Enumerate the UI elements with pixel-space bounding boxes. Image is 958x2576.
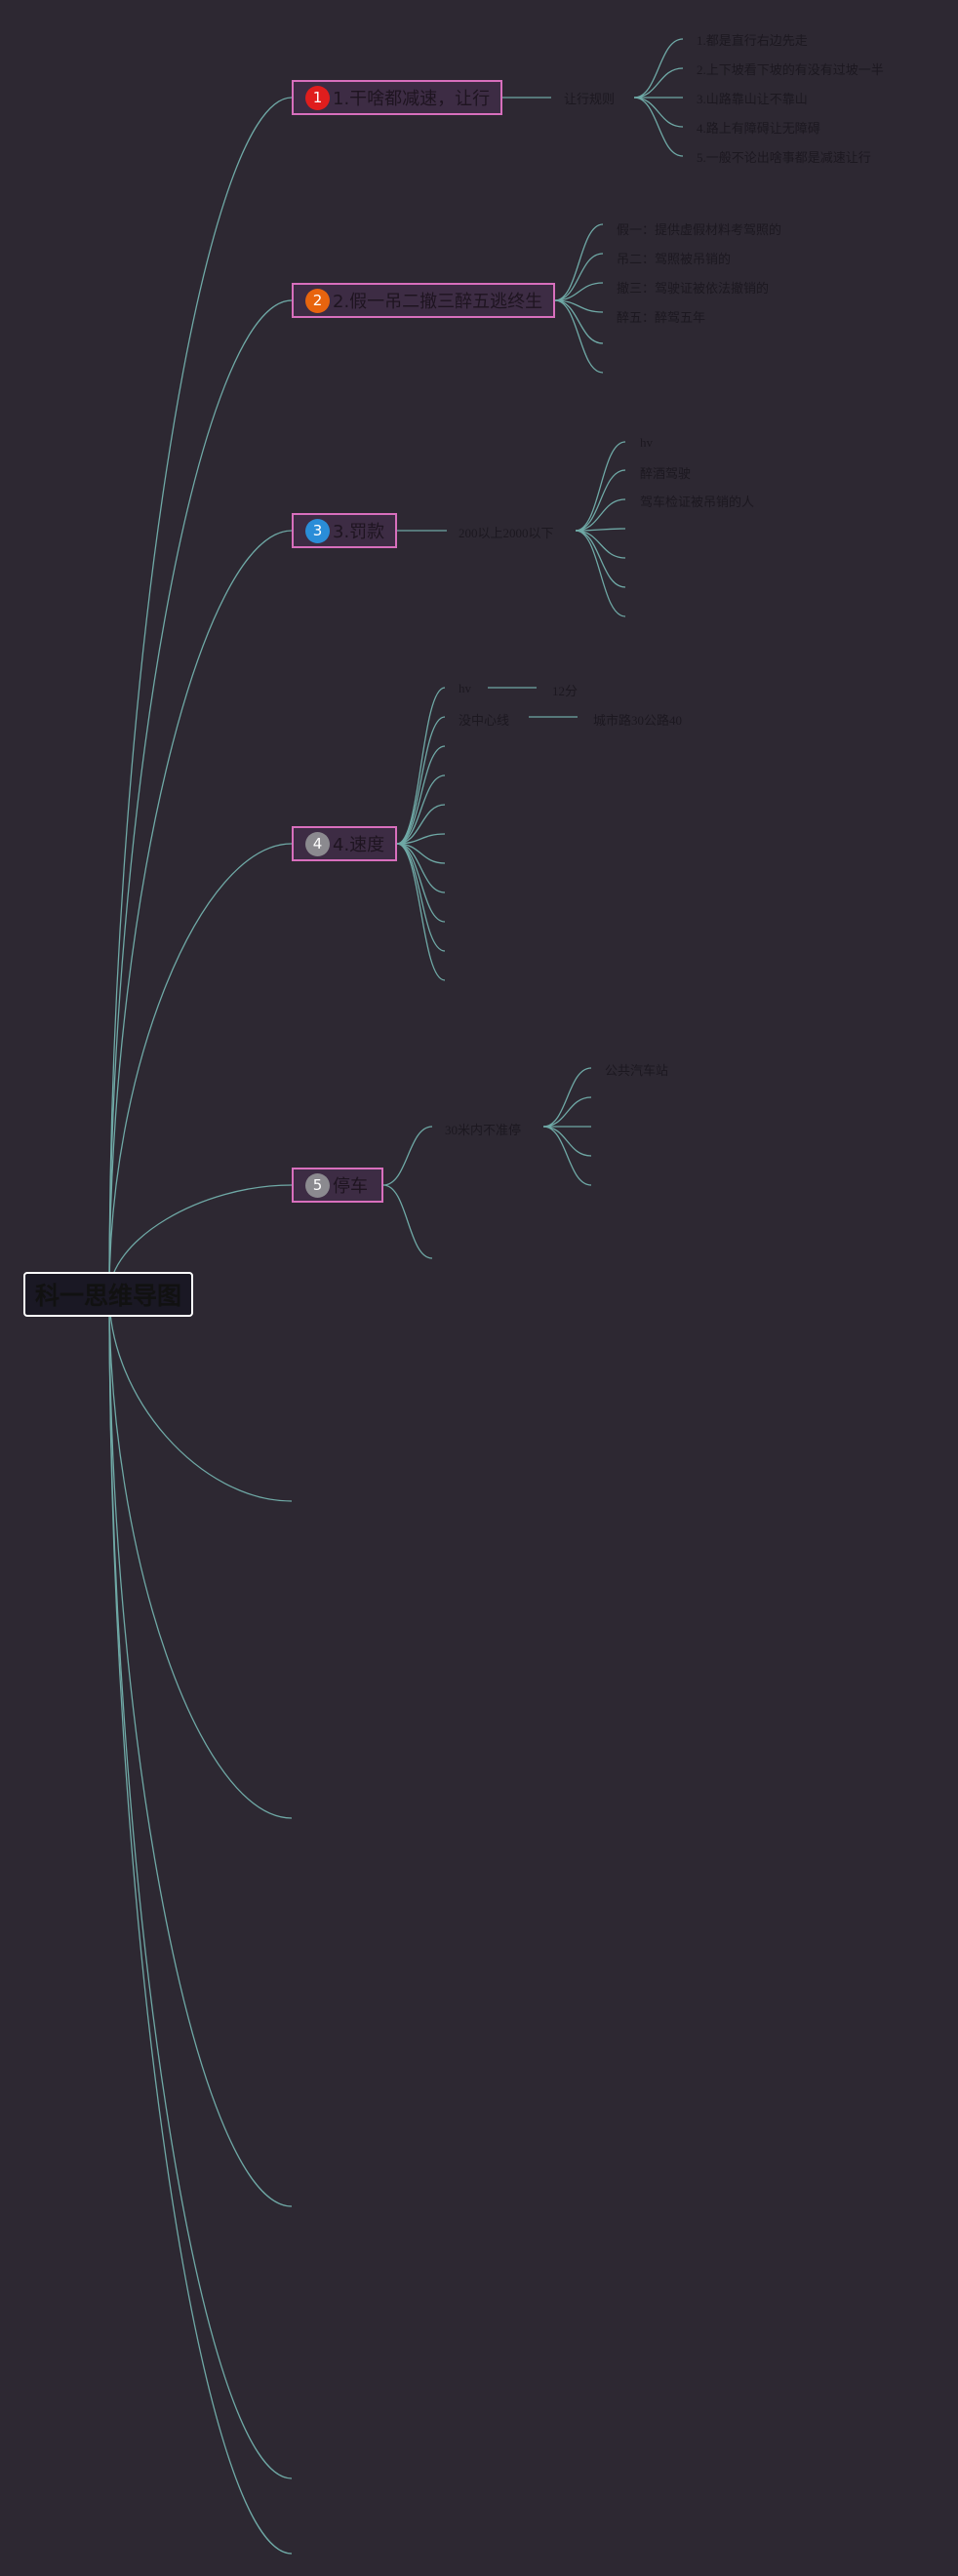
branch-1-leaf-2: 2.上下坡看下坡的有没有过坡一半 [697, 62, 884, 77]
branch-5-node[interactable]: 5 停车 [292, 1168, 383, 1203]
branch-5-leaf-link-5 [542, 1126, 592, 1186]
branch-2-leaf-2: 吊二：驾照被吊销的 [617, 252, 732, 266]
branch-1-leaf-5: 5.一般不论出啥事都是减速让行 [697, 150, 871, 165]
branch-5-leaf-link-4 [542, 1126, 592, 1157]
branch-5-leaf-link-2 [542, 1096, 592, 1128]
root-link-empty-8 [108, 1293, 293, 2207]
branch-1-leaf-link-5 [633, 97, 684, 157]
branch-2-leaf-4: 醉五：醉驾五年 [617, 310, 706, 325]
branch-3-leaf-link-3 [575, 498, 626, 532]
branch-4-node[interactable]: 4 4.速度 [292, 826, 397, 861]
branch-3-leaf-2: 醉酒驾驶 [640, 466, 692, 481]
branch-4-leaf-link-11 [396, 843, 446, 981]
branch-4-leaf-link-4 [396, 774, 446, 845]
root-link-branch-2 [108, 299, 293, 1295]
branch-3-leaf-link-5 [575, 530, 626, 559]
branch-3-leaf-link-6 [575, 530, 626, 588]
branch-4-row-1-value: 12分 [552, 684, 579, 698]
priority-3-icon: 3 [305, 518, 330, 543]
root-link-empty-6 [108, 1293, 293, 1502]
branch-5-leaf-1: 公共汽车站 [605, 1063, 669, 1078]
branch-1-leaf-3: 3.山路靠山让不靠山 [697, 92, 808, 106]
branch-1-node[interactable]: 1 1.干啥都减速，让行 [292, 80, 502, 115]
branch-2-leaf-link-1 [554, 223, 604, 301]
root-link-branch-3 [108, 530, 293, 1295]
branch-1-label: 1.干啥都减速，让行 [333, 89, 491, 109]
branch-4-row-2-key: 没中心线 [459, 713, 510, 728]
priority-2-icon: 2 [305, 288, 330, 313]
branch-4-row-2-value: 城市路30公路40 [593, 713, 683, 728]
branch-3-leaf-3: 驾车检证被吊销的人 [640, 495, 755, 509]
priority-5-icon: 5 [305, 1172, 330, 1198]
branch-5-link-sub [382, 1126, 433, 1186]
priority-1-icon: 1 [305, 85, 330, 110]
branch-4-leaf-link-1 [396, 687, 446, 845]
root-node[interactable]: 科一思维导图 [23, 1272, 193, 1317]
branch-5-label: 停车 [333, 1176, 368, 1197]
root-link-empty-10 [108, 1293, 293, 2555]
root-link-empty-9 [108, 1293, 293, 2479]
branch-2-leaf-3: 撤三：驾驶证被依法撤销的 [617, 281, 770, 296]
branch-4-row-1-key: hv [459, 681, 471, 695]
branch-1-leaf-link-2 [633, 67, 684, 99]
branch-1-leaf-link-4 [633, 97, 684, 128]
root-title: 科一思维导图 [34, 1282, 181, 1310]
branch-4-label: 4.速度 [333, 835, 385, 855]
branch-3-node[interactable]: 3 3.罚款 [292, 513, 397, 548]
branch-5-link-empty [382, 1184, 433, 1259]
root-link-branch-1 [108, 97, 293, 1295]
branch-2-node[interactable]: 2 2.假一吊二撤三醉五逃终生 [292, 283, 555, 318]
branch-3-leaf-link-1 [575, 441, 626, 532]
branch-5-leaf-link-1 [542, 1067, 592, 1128]
branch-3-label: 3.罚款 [333, 522, 385, 542]
branch-5-sub-label: 30米内不准停 [445, 1123, 522, 1137]
branch-1-leaf-1: 1.都是直行右边先走 [697, 33, 808, 48]
branch-4-leaf-link-10 [396, 843, 446, 952]
branch-2-leaf-1: 假一：提供虚假材料考驾照的 [617, 222, 782, 237]
branch-3-sub-label: 200以上2000以下 [459, 526, 554, 540]
root-link-branch-4 [108, 843, 293, 1295]
branch-3-leaf-1: hv [640, 435, 653, 450]
branch-1-leaf-link-1 [633, 38, 684, 99]
branch-4-leaf-link-3 [396, 745, 446, 845]
branch-2-label: 2.假一吊二撤三醉五逃终生 [333, 292, 543, 312]
branch-1-sub-label: 让行规则 [564, 92, 616, 106]
branch-4-leaf-link-8 [396, 843, 446, 893]
priority-4-icon: 4 [305, 831, 330, 856]
branch-1-leaf-4: 4.路上有障碍让无障碍 [697, 121, 820, 136]
